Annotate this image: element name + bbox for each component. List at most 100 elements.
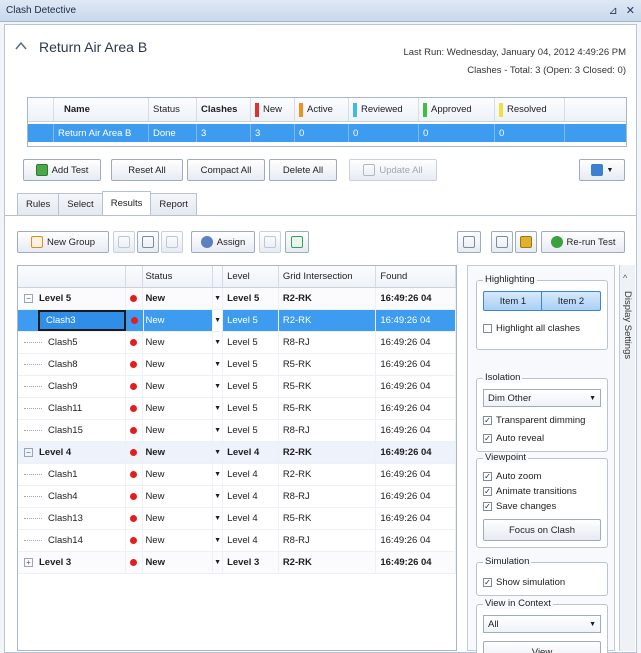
transparent-dimming-checkbox[interactable]: ✓ Transparent dimming xyxy=(483,413,585,427)
display-settings-tab[interactable]: ^ Display Settings xyxy=(619,265,635,651)
highlight-all-checkbox[interactable]: Highlight all clashes xyxy=(483,321,580,335)
grid-intersection-cell: R8-RJ xyxy=(279,420,377,441)
chevron-down-icon[interactable]: ▼ xyxy=(213,310,224,331)
compact-all-button[interactable]: Compact All xyxy=(187,159,265,181)
status-cell[interactable]: New xyxy=(143,376,214,397)
auto-reveal-checkbox[interactable]: ✓ Auto reveal xyxy=(483,431,544,445)
chevron-down-icon[interactable]: ▼ xyxy=(213,354,224,375)
clash-row[interactable]: Clash5 New ▼ Level 5 R8-RJ 16:49:26 04 xyxy=(18,332,456,354)
sort-button[interactable] xyxy=(491,231,513,253)
clash-row[interactable]: Clash11 New ▼ Level 5 R5-RK 16:49:26 04 xyxy=(18,398,456,420)
reset-all-button[interactable]: Reset All xyxy=(111,159,183,181)
header-active[interactable]: Active xyxy=(295,98,349,121)
filter-button[interactable] xyxy=(457,231,481,253)
view-button[interactable]: View xyxy=(483,641,601,653)
grid-header-level[interactable]: Level xyxy=(223,266,279,287)
status-cell[interactable]: New xyxy=(143,332,214,353)
header-clashes[interactable]: Clashes xyxy=(197,98,251,121)
header-resolved[interactable]: Resolved xyxy=(495,98,565,121)
test-row[interactable]: Return Air Area B Done 3 3 0 0 0 0 xyxy=(28,124,626,142)
clash-row[interactable]: Clash13 New ▼ Level 4 R5-RK 16:49:26 04 xyxy=(18,508,456,530)
item1-toggle[interactable]: Item 1 xyxy=(483,291,543,311)
chevron-down-icon[interactable]: ▼ xyxy=(213,508,224,529)
chevron-down-icon[interactable]: ▼ xyxy=(213,332,224,353)
clash-row[interactable]: Clash3 New ▼ Level 5 R2-RK 16:49:26 04 xyxy=(18,310,456,332)
status-cell[interactable]: New xyxy=(143,442,214,463)
chevron-down-icon[interactable]: ▼ xyxy=(213,398,224,419)
new-group-button[interactable]: New Group xyxy=(17,231,109,253)
update-all-button[interactable]: Update All xyxy=(349,159,437,181)
status-cell[interactable]: New xyxy=(143,288,214,309)
refine-button[interactable] xyxy=(515,231,537,253)
chevron-down-icon[interactable]: ▼ xyxy=(213,420,224,441)
isolation-select[interactable]: Dim Other ▼ xyxy=(483,389,601,407)
chevron-down-icon[interactable]: ▼ xyxy=(213,376,224,397)
level-cell: Level 5 xyxy=(223,376,279,397)
add-test-button[interactable]: Add Test xyxy=(23,159,101,181)
header-approved[interactable]: Approved xyxy=(419,98,495,121)
status-dot-cell xyxy=(126,354,144,375)
clash-row[interactable]: Clash15 New ▼ Level 5 R8-RJ 16:49:26 04 xyxy=(18,420,456,442)
tab-rules[interactable]: Rules xyxy=(17,193,60,215)
expander-icon[interactable]: + xyxy=(24,558,33,567)
tab-select[interactable]: Select xyxy=(58,193,103,215)
header-name[interactable]: Name xyxy=(54,98,149,121)
last-run-text: Last Run: Wednesday, January 04, 2012 4:… xyxy=(403,47,626,58)
grid-header-name[interactable] xyxy=(18,266,126,287)
status-cell[interactable]: New xyxy=(143,530,214,551)
clash-row[interactable]: Clash4 New ▼ Level 4 R8-RJ 16:49:26 04 xyxy=(18,486,456,508)
delete-all-button[interactable]: Delete All xyxy=(269,159,337,181)
assign-button[interactable]: Assign xyxy=(191,231,255,253)
clash-row[interactable]: Clash8 New ▼ Level 5 R5-RK 16:49:26 04 xyxy=(18,354,456,376)
chevron-up-icon[interactable] xyxy=(15,41,27,51)
chevron-down-icon[interactable]: ▼ xyxy=(213,552,224,573)
status-cell[interactable]: New xyxy=(143,552,214,573)
add-comment-button[interactable] xyxy=(285,231,309,253)
close-icon[interactable]: ✕ xyxy=(626,4,635,17)
export-dropdown-button[interactable]: ▼ xyxy=(579,159,625,181)
status-cell[interactable]: New xyxy=(143,464,214,485)
grid-header-grid-intersection[interactable]: Grid Intersection xyxy=(279,266,377,287)
header-new[interactable]: New xyxy=(251,98,295,121)
rerun-test-button[interactable]: Re-run Test xyxy=(541,231,625,253)
header-reviewed[interactable]: Reviewed xyxy=(349,98,419,121)
status-dot-cell xyxy=(126,288,144,309)
pin-icon[interactable]: ⊿ xyxy=(609,4,618,17)
ungroup-button[interactable] xyxy=(113,231,135,253)
group-row[interactable]: + Level 3 New ▼ Level 3 R2-RK 16:49:26 04 xyxy=(18,552,456,574)
grid-header-found[interactable]: Found xyxy=(376,266,456,287)
chevron-down-icon[interactable]: ▼ xyxy=(213,530,224,551)
tab-results[interactable]: Results xyxy=(101,191,152,215)
status-cell[interactable]: New xyxy=(143,486,214,507)
expander-icon[interactable]: − xyxy=(24,294,33,303)
clash-row[interactable]: Clash1 New ▼ Level 4 R2-RK 16:49:26 04 xyxy=(18,464,456,486)
group-row[interactable]: − Level 5 New ▼ Level 5 R2-RK 16:49:26 04 xyxy=(18,288,456,310)
status-cell[interactable]: New xyxy=(143,420,214,441)
status-cell[interactable]: New xyxy=(143,508,214,529)
status-cell[interactable]: New xyxy=(144,310,214,331)
clear-group-button[interactable] xyxy=(161,231,183,253)
clash-row[interactable]: Clash9 New ▼ Level 5 R5-RK 16:49:26 04 xyxy=(18,376,456,398)
clash-row[interactable]: Clash14 New ▼ Level 4 R8-RJ 16:49:26 04 xyxy=(18,530,456,552)
chevron-down-icon[interactable]: ▼ xyxy=(213,486,224,507)
view-in-context-select[interactable]: All ▼ xyxy=(483,615,601,633)
expander-icon[interactable]: − xyxy=(24,448,33,457)
animate-transitions-checkbox[interactable]: ✓ Animate transitions xyxy=(483,484,577,498)
focus-on-clash-button[interactable]: Focus on Clash xyxy=(483,519,601,541)
header-status[interactable]: Status xyxy=(149,98,197,121)
show-simulation-checkbox[interactable]: ✓ Show simulation xyxy=(483,575,565,589)
chevron-down-icon[interactable]: ▼ xyxy=(213,442,224,463)
explode-group-button[interactable] xyxy=(137,231,159,253)
item2-toggle[interactable]: Item 2 xyxy=(541,291,601,311)
chevron-down-icon[interactable]: ▼ xyxy=(213,464,224,485)
status-cell[interactable]: New xyxy=(143,354,214,375)
unassign-button[interactable] xyxy=(259,231,281,253)
tab-report[interactable]: Report xyxy=(150,193,197,215)
chevron-down-icon[interactable]: ▼ xyxy=(213,288,224,309)
status-cell[interactable]: New xyxy=(143,398,214,419)
found-cell: 16:49:26 04 xyxy=(376,486,456,507)
group-row[interactable]: − Level 4 New ▼ Level 4 R2-RK 16:49:26 04 xyxy=(18,442,456,464)
grid-header-status[interactable]: Status xyxy=(143,266,214,287)
auto-zoom-checkbox[interactable]: ✓ Auto zoom xyxy=(483,469,541,483)
save-changes-checkbox[interactable]: ✓ Save changes xyxy=(483,499,556,513)
